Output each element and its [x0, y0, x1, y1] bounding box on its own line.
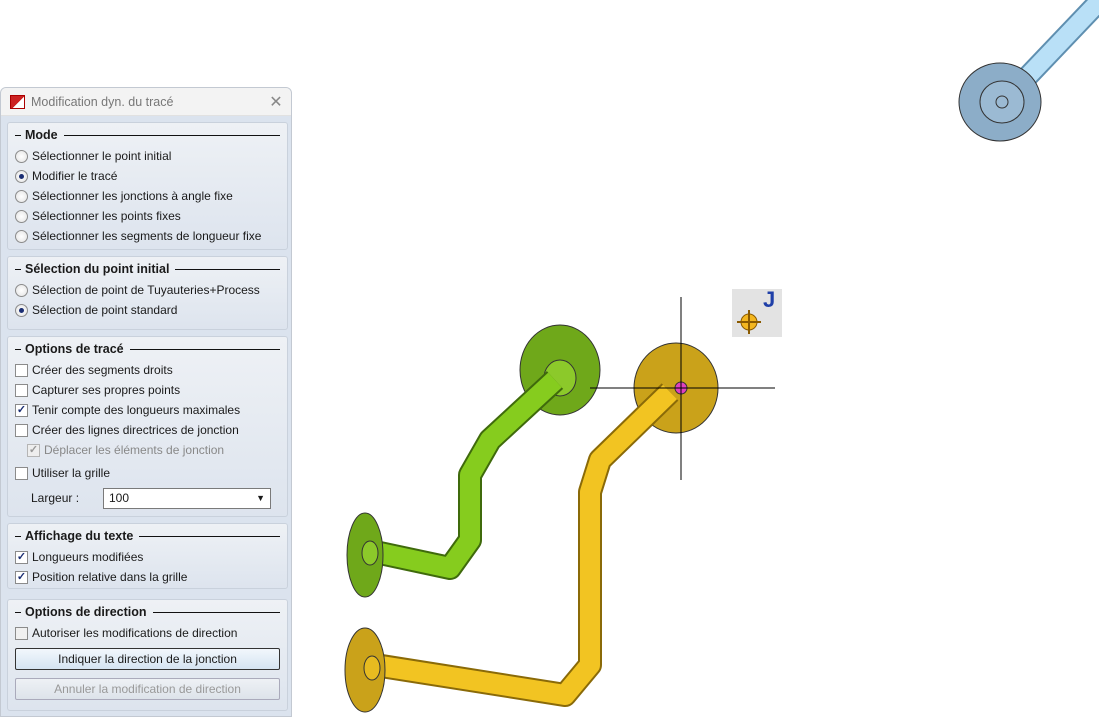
checkbox-label: Déplacer les éléments de jonction — [44, 443, 225, 457]
checkbox: ✓ — [27, 443, 40, 457]
mode-option-fixed-points[interactable]: Sélectionner les points fixes — [15, 206, 280, 226]
width-value: 100 — [109, 491, 130, 505]
mode-heading: Mode — [25, 128, 58, 142]
text-display-section: Affichage du texte ✓ Longueurs modifiées … — [7, 523, 288, 589]
app-icon — [10, 94, 25, 109]
cancel-direction-button: Annuler la modification de direction — [15, 678, 280, 700]
guide-lines-checkbox[interactable]: Créer des lignes directrices de jonction — [15, 420, 280, 440]
checkbox-label: Créer des segments droits — [32, 363, 173, 377]
green-pipe[interactable] — [346, 324, 601, 598]
radio[interactable] — [15, 229, 28, 243]
trace-heading: Options de tracé — [25, 342, 124, 356]
straight-segments-checkbox[interactable]: Créer des segments droits — [15, 360, 280, 380]
allow-direction-checkbox[interactable]: Autoriser les modifications de direction — [15, 623, 280, 643]
initial-option-standard[interactable]: Sélection de point standard — [15, 300, 280, 320]
checkbox[interactable] — [15, 423, 28, 437]
title-bar[interactable]: Modification dyn. du tracé ✕ — [1, 88, 291, 116]
option-label: Sélection de point de Tuyauteries+Proces… — [32, 283, 260, 297]
checkbox[interactable] — [15, 466, 28, 480]
route-modification-dialog: Modification dyn. du tracé ✕ Mode Sélect… — [0, 87, 292, 717]
max-lengths-checkbox[interactable]: ✓ Tenir compte des longueurs maximales — [15, 400, 280, 420]
radio[interactable] — [15, 169, 28, 183]
capture-points-checkbox[interactable]: Capturer ses propres points — [15, 380, 280, 400]
option-label: Sélectionner les jonctions à angle fixe — [32, 189, 233, 203]
modified-lengths-checkbox[interactable]: ✓ Longueurs modifiées — [15, 547, 280, 567]
mode-section: Mode Sélectionner le point initial Modif… — [7, 122, 288, 250]
direction-heading: Options de direction — [25, 605, 147, 619]
option-label: Modifier le tracé — [32, 169, 118, 183]
initial-heading: Sélection du point initial — [25, 262, 170, 276]
radio[interactable] — [15, 303, 28, 317]
option-label: Sélectionner les segments de longueur fi… — [32, 229, 262, 243]
checkbox[interactable]: ✓ — [15, 403, 28, 417]
radio[interactable] — [15, 283, 28, 297]
mode-option-modify-route[interactable]: Modifier le tracé — [15, 166, 280, 186]
mode-option-fixed-angle[interactable]: Sélectionner les jonctions à angle fixe — [15, 186, 280, 206]
checkbox-label: Longueurs modifiées — [32, 550, 144, 564]
checkbox-label: Position relative dans la grille — [32, 570, 188, 584]
relative-position-checkbox[interactable]: ✓ Position relative dans la grille — [15, 567, 280, 587]
direction-options-section: Options de direction Autoriser les modif… — [7, 599, 288, 711]
blue-pipe[interactable] — [958, 0, 1099, 142]
radio[interactable] — [15, 209, 28, 223]
chevron-down-icon: ▼ — [256, 493, 265, 503]
checkbox-label: Capturer ses propres points — [32, 383, 181, 397]
option-label: Sélectionner le point initial — [32, 149, 172, 163]
indicate-direction-button[interactable]: Indiquer la direction de la jonction — [15, 648, 280, 670]
width-label: Largeur : — [31, 491, 80, 505]
mode-option-initial-point[interactable]: Sélectionner le point initial — [15, 146, 280, 166]
checkbox-label: Utiliser la grille — [32, 466, 111, 480]
checkbox[interactable]: ✓ — [15, 570, 28, 584]
checkbox[interactable] — [15, 626, 28, 640]
mode-option-fixed-length[interactable]: Sélectionner les segments de longueur fi… — [15, 226, 280, 246]
hint-letter: J — [763, 287, 776, 312]
use-grid-checkbox[interactable]: Utiliser la grille — [15, 463, 280, 483]
checkbox-label: Autoriser les modifications de direction — [32, 626, 238, 640]
move-junction-checkbox: ✓ Déplacer les éléments de jonction — [15, 440, 280, 460]
checkbox[interactable] — [15, 383, 28, 397]
checkbox-label: Créer des lignes directrices de jonction — [32, 423, 239, 437]
dialog-title: Modification dyn. du tracé — [31, 94, 174, 109]
initial-option-piping[interactable]: Sélection de point de Tuyauteries+Proces… — [15, 280, 280, 300]
width-select[interactable]: 100 ▼ — [103, 487, 271, 509]
cursor-hint-icon: J — [732, 287, 782, 337]
initial-point-section: Sélection du point initial Sélection de … — [7, 256, 288, 330]
checkbox[interactable]: ✓ — [15, 550, 28, 564]
close-icon[interactable]: ✕ — [261, 92, 291, 112]
checkbox[interactable] — [15, 363, 28, 377]
radio[interactable] — [15, 149, 28, 163]
option-label: Sélectionner les points fixes — [32, 209, 181, 223]
text-display-heading: Affichage du texte — [25, 529, 134, 543]
route-options-section: Options de tracé Créer des segments droi… — [7, 336, 288, 517]
checkbox-label: Tenir compte des longueurs maximales — [32, 403, 241, 417]
option-label: Sélection de point standard — [32, 303, 178, 317]
radio[interactable] — [15, 189, 28, 203]
